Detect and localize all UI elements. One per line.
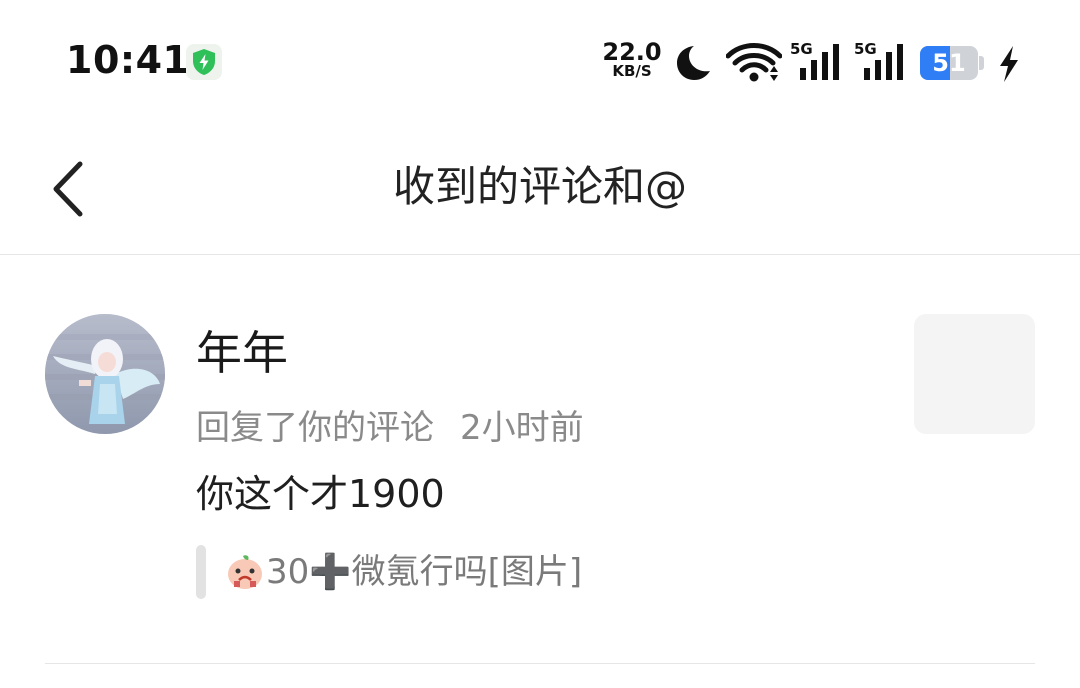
- status-bar: 10:41 22.0 KB/S 5G 5G 51: [0, 0, 1080, 120]
- page-title: 收到的评论和@: [392, 162, 687, 211]
- charging-bolt-icon: [1000, 46, 1018, 82]
- user-name[interactable]: 年年: [196, 323, 288, 383]
- battery-icon: 51: [920, 46, 984, 80]
- action-text: 回复了你的评论: [196, 408, 434, 448]
- avatar[interactable]: [45, 314, 165, 434]
- network-speed-value: 22.0: [602, 38, 662, 66]
- comment-text: 你这个才1900: [196, 472, 445, 516]
- post-thumbnail[interactable]: [914, 314, 1035, 434]
- notification-item[interactable]: 年年 回复了你的评论 2小时前 你这个才1900 30➕微氪行吗[图片]: [0, 255, 1080, 665]
- status-time: 10:41: [66, 38, 190, 82]
- quoted-text: 30➕微氪行吗[图片]: [266, 552, 583, 592]
- battery-level: 51: [932, 49, 966, 77]
- sticker-emoji-icon: [228, 555, 262, 589]
- network-speed: 22.0 KB/S: [600, 40, 664, 79]
- quote-bar: [196, 545, 206, 599]
- network-speed-unit: KB/S: [612, 62, 652, 80]
- moon-icon: [677, 46, 710, 80]
- signal-icon: 5G: [790, 40, 846, 84]
- timestamp: 2小时前: [460, 408, 584, 448]
- signal-icon: 5G: [854, 40, 910, 84]
- shield-icon: [186, 44, 222, 80]
- notification-meta: 回复了你的评论 2小时前: [196, 405, 584, 451]
- page-header: 收到的评论和@: [0, 120, 1080, 255]
- wifi-icon: [726, 43, 782, 82]
- divider: [45, 663, 1035, 664]
